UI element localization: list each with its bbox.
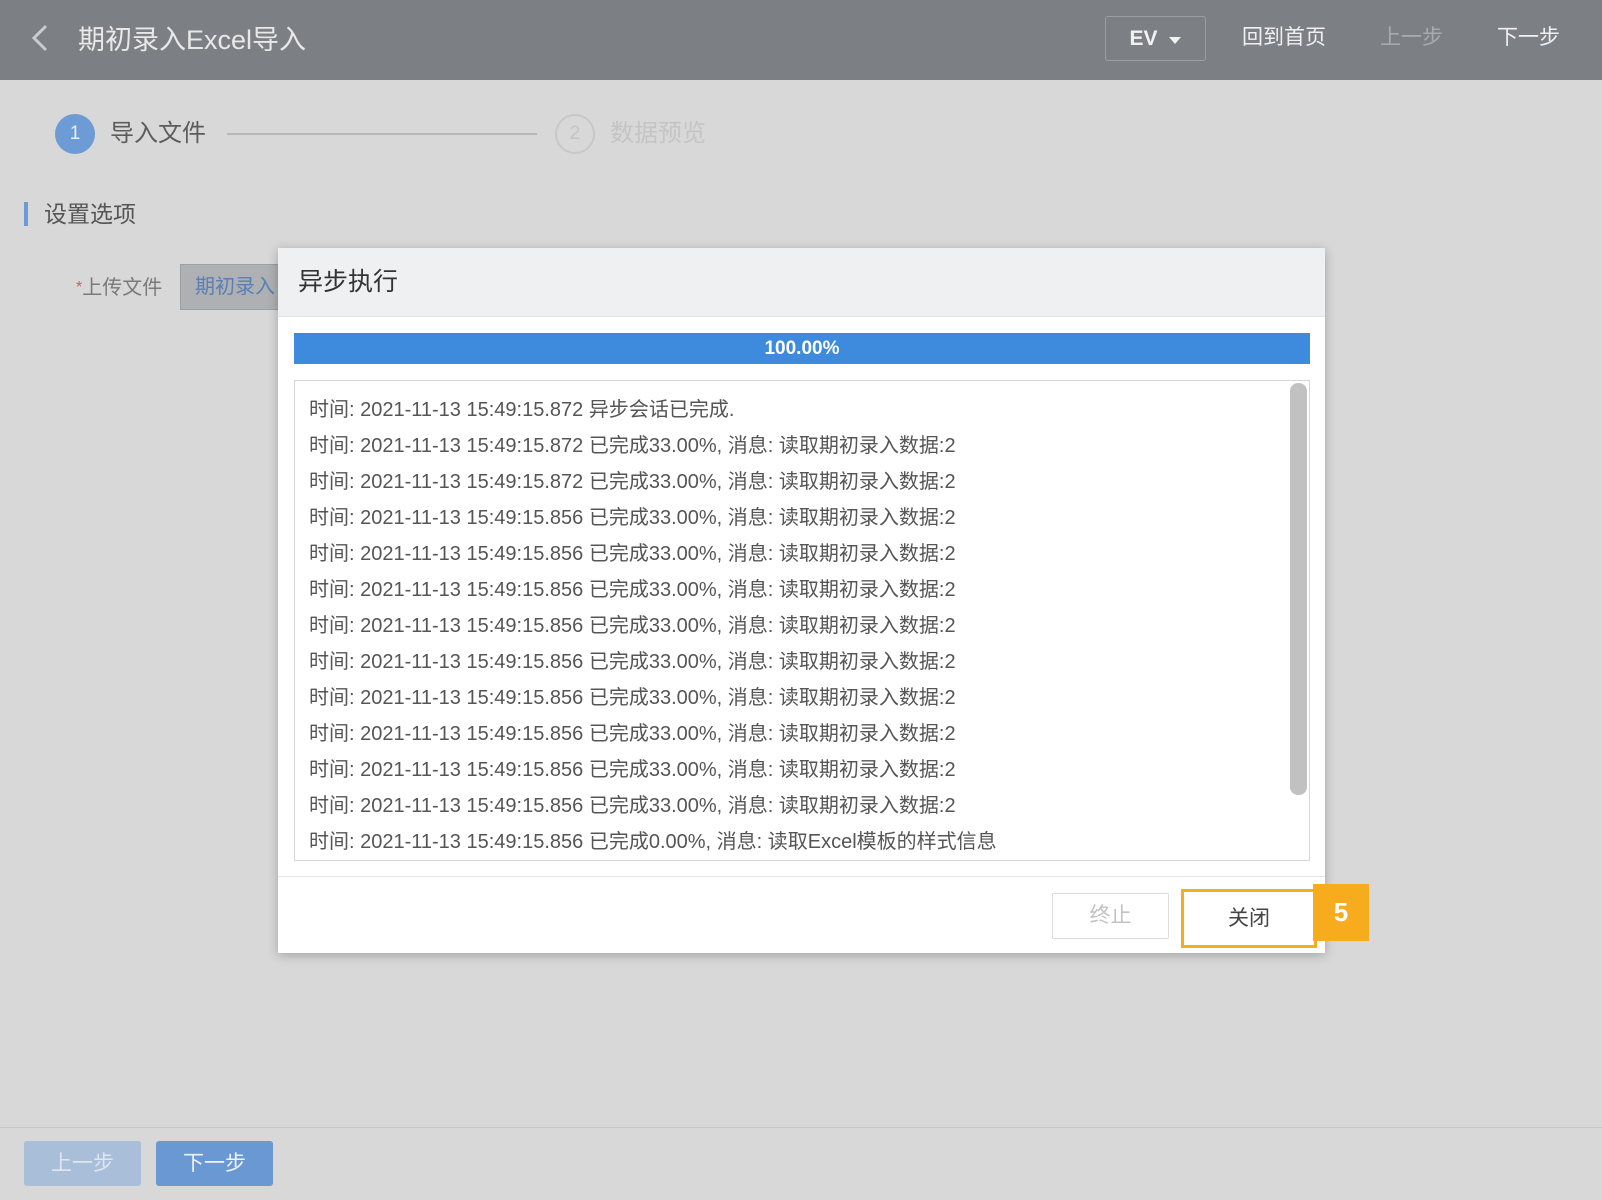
log-panel[interactable]: 时间: 2021-11-13 15:49:15.872 异步会话已完成. 时间: … (294, 380, 1310, 861)
footer-divider (0, 1127, 1602, 1128)
log-line: 时间: 2021-11-13 15:49:15.856 已完成33.00%, 消… (309, 507, 956, 529)
step-connector (227, 133, 537, 135)
log-line: 时间: 2021-11-13 15:49:15.872 已完成33.00%, 消… (309, 471, 956, 493)
log-scrollbar[interactable] (1290, 383, 1307, 858)
stop-button[interactable]: 终止 (1052, 893, 1169, 939)
upload-file-label-text: 上传文件 (82, 277, 163, 299)
log-scrollbar-thumb[interactable] (1290, 383, 1307, 795)
step-2-number: 2 (555, 114, 595, 154)
log-line: 时间: 2021-11-13 15:49:15.856 已完成33.00%, 消… (309, 759, 956, 781)
chevron-left-icon (30, 23, 50, 58)
log-line: 时间: 2021-11-13 15:49:15.856 已完成33.00%, 消… (309, 615, 956, 637)
log-line: 时间: 2021-11-13 15:49:15.856 已完成0.00%, 消息… (309, 831, 997, 853)
footer-next-button[interactable]: 下一步 (156, 1141, 273, 1186)
section-title: 设置选项 (44, 201, 136, 227)
upload-file-value[interactable]: 期初录入 (180, 264, 290, 310)
page-title: 期初录入Excel导入 (78, 25, 307, 55)
dialog-footer-divider (278, 876, 1325, 877)
upload-file-label: *上传文件 (76, 272, 162, 304)
footer-prev-button[interactable]: 上一步 (24, 1141, 141, 1186)
log-line: 时间: 2021-11-13 15:49:15.856 已完成33.00%, 消… (309, 579, 956, 601)
progress-text: 100.00% (764, 338, 840, 359)
log-list: 时间: 2021-11-13 15:49:15.872 异步会话已完成. 时间: … (309, 392, 1269, 860)
log-line: 时间: 2021-11-13 15:49:15.856 已完成33.00%, 消… (309, 795, 956, 817)
progress-bar: 100.00% (294, 333, 1310, 364)
callout-badge: 5 (1313, 884, 1369, 941)
log-line: 时间: 2021-11-13 15:49:15.856 已完成33.00%, 消… (309, 543, 956, 565)
log-line: 时间: 2021-11-13 15:49:15.856 已完成33.00%, 消… (309, 723, 956, 745)
log-line: 时间: 2021-11-13 15:49:15.856 已完成33.00%, 消… (309, 687, 956, 709)
header-prev-button[interactable]: 上一步 (1380, 22, 1443, 54)
step-2-label: 数据预览 (610, 120, 706, 147)
back-button[interactable] (26, 24, 54, 54)
step-1-number: 1 (55, 114, 95, 154)
log-line: 时间: 2021-11-13 15:49:15.872 已完成33.00%, 消… (309, 435, 956, 457)
step-1-label: 导入文件 (110, 120, 206, 147)
section-accent-bar (24, 202, 28, 226)
scenario-select-value: EV (1129, 26, 1158, 50)
close-button[interactable]: 关闭 (1181, 889, 1317, 948)
scenario-select[interactable]: EV (1105, 16, 1206, 61)
top-header: 期初录入Excel导入 EV 回到首页 上一步 下一步 (0, 0, 1602, 80)
async-execution-dialog: 异步执行 100.00% 时间: 2021-11-13 15:49:15.872… (278, 248, 1325, 953)
dialog-header: 异步执行 (278, 248, 1325, 317)
log-line: 时间: 2021-11-13 15:49:15.856 已完成33.00%, 消… (309, 651, 956, 673)
home-button[interactable]: 回到首页 (1242, 22, 1326, 54)
dialog-title: 异步执行 (298, 268, 399, 296)
caret-down-icon (1168, 27, 1182, 51)
header-next-button[interactable]: 下一步 (1497, 22, 1560, 54)
log-line: 时间: 2021-11-13 15:49:15.872 异步会话已完成. (309, 399, 735, 421)
